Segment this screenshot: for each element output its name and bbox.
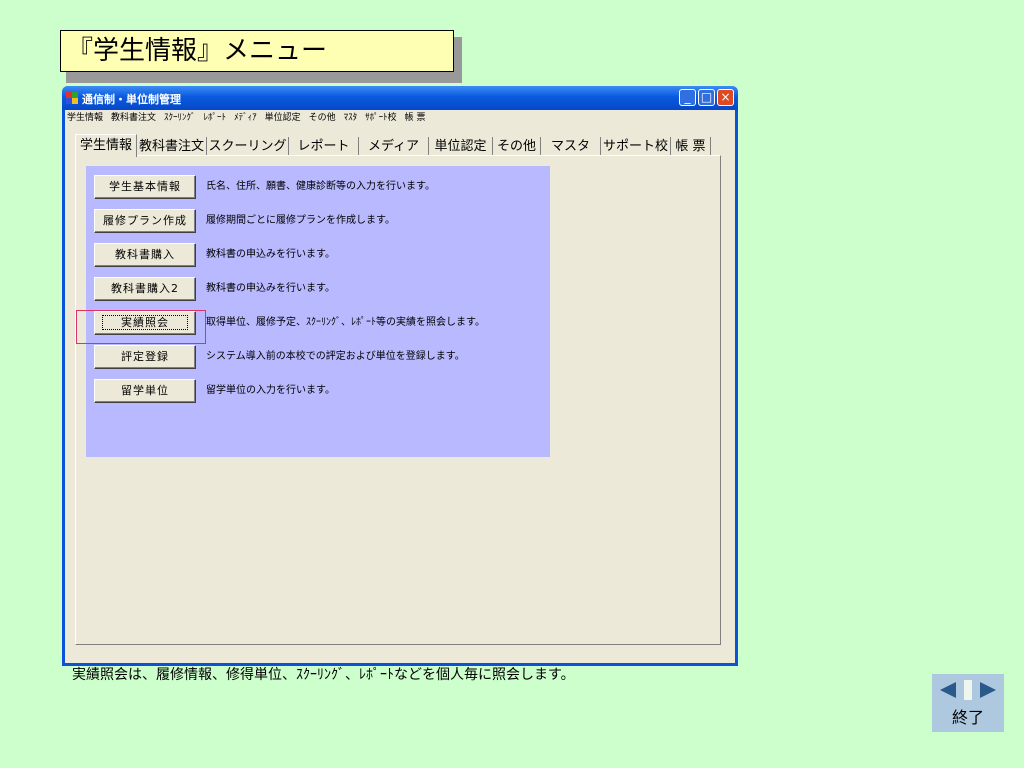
next-arrow-icon[interactable] bbox=[980, 682, 996, 698]
menu-item-student-info[interactable]: 学生情報 bbox=[67, 110, 103, 126]
tab-master[interactable]: マスタ bbox=[541, 137, 601, 156]
tab-report[interactable]: レポート bbox=[289, 137, 359, 156]
maximize-button[interactable]: □ bbox=[698, 89, 715, 106]
window-titlebar[interactable]: 通信制・単位制管理 _ □ × bbox=[62, 86, 738, 110]
tab-credit[interactable]: 単位認定 bbox=[429, 137, 493, 156]
tab-textbook-order[interactable]: 教科書注文 bbox=[137, 137, 207, 156]
end-button[interactable]: 終了 bbox=[932, 704, 1004, 728]
previous-arrow-icon[interactable] bbox=[940, 682, 956, 698]
record-inquiry-button[interactable]: 実績照会 bbox=[94, 311, 196, 335]
menu-row-description: 留学単位の入力を行います。 bbox=[206, 385, 335, 396]
menu-button-area: 学生基本情報 氏名、住所、願書、健康診断等の入力を行います。 履修プラン作成 履… bbox=[86, 166, 550, 457]
menu-row-description: 氏名、住所、願書、健康診断等の入力を行います。 bbox=[206, 181, 435, 192]
menu-item-report[interactable]: ﾚﾎﾟｰﾄ bbox=[204, 110, 227, 126]
tab-media[interactable]: メディア bbox=[359, 137, 429, 156]
close-button[interactable]: × bbox=[717, 89, 734, 106]
study-abroad-credit-button[interactable]: 留学単位 bbox=[94, 379, 196, 403]
menu-item-forms[interactable]: 帳 票 bbox=[405, 110, 426, 126]
textbook-purchase-button[interactable]: 教科書購入 bbox=[94, 243, 196, 267]
menu-item-schooling[interactable]: ｽｸｰﾘﾝｸﾞ bbox=[164, 110, 196, 126]
app-window: 通信制・単位制管理 _ □ × 学生情報 教科書注文 ｽｸｰﾘﾝｸﾞ ﾚﾎﾟｰﾄ ﾒﾃﾞ… bbox=[62, 86, 738, 666]
tab-other[interactable]: その他 bbox=[493, 137, 541, 156]
window-client: 学生情報 教科書注文 ｽｸｰﾘﾝｸﾞ ﾚﾎﾟｰﾄ ﾒﾃﾞｨｱ 単位認定 その他 ﾏｽﾀ ｻﾎﾟｰ… bbox=[65, 110, 735, 663]
tab-forms[interactable]: 帳 票 bbox=[671, 137, 711, 156]
grade-registration-button[interactable]: 評定登録 bbox=[94, 345, 196, 369]
menubar: 学生情報 教科書注文 ｽｸｰﾘﾝｸﾞ ﾚﾎﾟｰﾄ ﾒﾃﾞｨｱ 単位認定 その他 ﾏｽﾀ ｻﾎﾟｰ… bbox=[65, 110, 735, 126]
slide-navigation: 終了 bbox=[932, 674, 1004, 732]
textbook-purchase-2-button[interactable]: 教科書購入2 bbox=[94, 277, 196, 301]
menu-row-description: 教科書の申込みを行います。 bbox=[206, 283, 335, 294]
menu-row-description: システム導入前の本校での評定および単位を登録します。 bbox=[206, 351, 465, 362]
menu-row-description: 取得単位、履修予定、ｽｸｰﾘﾝｸﾞ、ﾚﾎﾟｰﾄ等の実績を照会します。 bbox=[206, 317, 485, 328]
study-plan-button[interactable]: 履修プラン作成 bbox=[94, 209, 196, 233]
app-icon bbox=[66, 92, 78, 104]
tab-student-info[interactable]: 学生情報 bbox=[75, 134, 137, 157]
tab-support-school[interactable]: サポート校 bbox=[601, 137, 671, 156]
nav-divider bbox=[964, 680, 972, 700]
menu-item-media[interactable]: ﾒﾃﾞｨｱ bbox=[234, 110, 257, 126]
minimize-button[interactable]: _ bbox=[679, 89, 696, 106]
menu-item-support-school[interactable]: ｻﾎﾟｰﾄ校 bbox=[365, 110, 397, 126]
menu-item-master[interactable]: ﾏｽﾀ bbox=[344, 110, 358, 126]
tab-strip: 学生情報 教科書注文 スクーリング レポート メディア 単位認定 その他 マスタ… bbox=[75, 134, 725, 157]
tab-panel: 学生基本情報 氏名、住所、願書、健康診断等の入力を行います。 履修プラン作成 履… bbox=[75, 155, 721, 645]
menu-item-textbook-order[interactable]: 教科書注文 bbox=[111, 110, 156, 126]
record-inquiry-label: 実績照会 bbox=[102, 315, 188, 330]
student-basic-info-button[interactable]: 学生基本情報 bbox=[94, 175, 196, 199]
menu-item-other[interactable]: その他 bbox=[309, 110, 336, 126]
menu-item-credit[interactable]: 単位認定 bbox=[265, 110, 301, 126]
tab-schooling[interactable]: スクーリング bbox=[207, 137, 289, 156]
menu-row-description: 履修期間ごとに履修プランを作成します。 bbox=[206, 215, 395, 226]
window-title: 通信制・単位制管理 bbox=[82, 93, 181, 106]
slide-caption: 実績照会は、履修情報、修得単位、ｽｸｰﾘﾝｸﾞ、ﾚﾎﾟｰﾄなどを個人毎に照会しま… bbox=[72, 667, 575, 683]
menu-row-description: 教科書の申込みを行います。 bbox=[206, 249, 335, 260]
slide-title: 『学生情報』メニュー bbox=[60, 30, 454, 72]
